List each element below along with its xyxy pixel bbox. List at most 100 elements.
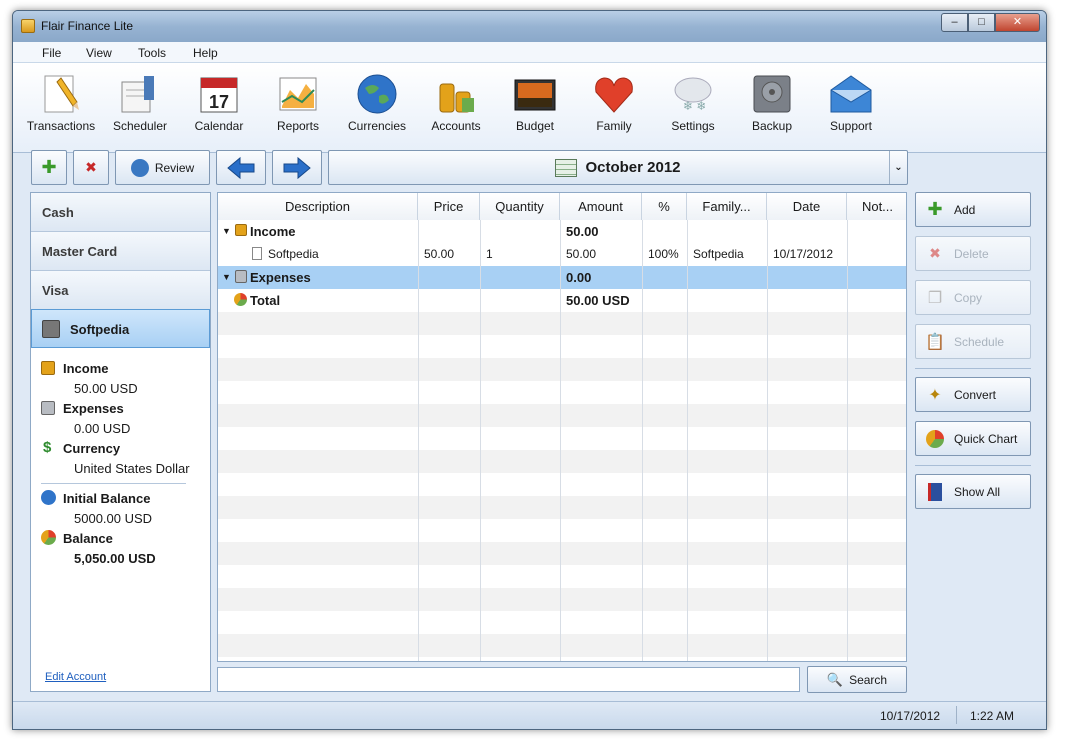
schedule-label: Schedule	[954, 334, 1005, 349]
svg-text:❄ ❄: ❄ ❄	[683, 99, 706, 113]
toolbar-accounts-label: Accounts	[431, 119, 481, 133]
status-bar: 10/17/2012 1:22 AM	[13, 701, 1046, 729]
add-button[interactable]: ✚ Add	[915, 192, 1031, 227]
search-input[interactable]	[217, 667, 800, 692]
empty-row	[218, 542, 906, 565]
menu-view[interactable]: View	[86, 46, 112, 60]
delete-button[interactable]: ✖ Delete	[915, 236, 1031, 271]
minimize-button[interactable]: –	[941, 13, 968, 32]
col-price[interactable]: Price	[418, 193, 480, 220]
account-visa[interactable]: Visa	[31, 271, 210, 310]
account-softpedia[interactable]: Softpedia	[31, 309, 210, 348]
col-percent[interactable]: %	[642, 193, 687, 220]
toolbar-support[interactable]: Support	[812, 67, 890, 133]
show-all-label: Show All	[954, 484, 1001, 499]
table-row-expenses[interactable]: ▼ Expenses 0.00	[218, 266, 906, 289]
row-percent: 100%	[648, 247, 679, 261]
toolbar-budget[interactable]: Budget	[496, 67, 574, 133]
plus-icon: ✚	[41, 157, 57, 177]
prev-month-button[interactable]	[216, 150, 266, 185]
review-button[interactable]: Review	[115, 150, 210, 185]
toolbar-family-label: Family	[596, 119, 632, 133]
maximize-button[interactable]: □	[968, 13, 995, 32]
document-icon	[252, 247, 262, 260]
toolbar-settings[interactable]: ❄ ❄ Settings	[654, 67, 732, 133]
pie-chart-icon	[924, 428, 946, 450]
quick-chart-button[interactable]: Quick Chart	[915, 421, 1031, 456]
delete-icon: ✖	[929, 245, 941, 261]
income-label: Income	[63, 361, 109, 376]
globe-icon	[354, 71, 400, 117]
menu-tools[interactable]: Tools	[138, 46, 166, 60]
toolbar-reports[interactable]: Reports	[259, 67, 337, 133]
budget-icon	[512, 71, 558, 117]
dollar-icon: $	[43, 439, 52, 456]
schedule-button[interactable]: 📋 Schedule	[915, 324, 1031, 359]
initial-balance-value: 5000.00 USD	[74, 511, 153, 526]
settings-icon: ❄ ❄	[670, 71, 716, 117]
table-row-softpedia[interactable]: Softpedia 50.00 1 50.00 100% Softpedia 1…	[218, 243, 906, 266]
expand-icon[interactable]: ▼	[222, 272, 231, 282]
next-month-button[interactable]	[272, 150, 322, 185]
row-description: Total	[250, 293, 281, 308]
balance-value: 5,050.00 USD	[74, 551, 156, 566]
chevron-down-icon[interactable]: ⌄	[889, 151, 907, 184]
col-quantity[interactable]: Quantity	[480, 193, 560, 220]
toolbar-calendar[interactable]: 17 Calendar	[180, 67, 258, 133]
empty-row	[218, 588, 906, 611]
column-divider	[642, 220, 643, 661]
toolbar-currencies[interactable]: Currencies	[338, 67, 416, 133]
convert-button[interactable]: ✦ Convert	[915, 377, 1031, 412]
toolbar-transactions-label: Transactions	[26, 119, 96, 133]
toolbar-transactions[interactable]: Transactions	[22, 67, 100, 133]
col-description[interactable]: Description	[218, 193, 418, 220]
show-all-button[interactable]: Show All	[915, 474, 1031, 509]
toolbar-accounts[interactable]: Accounts	[417, 67, 495, 133]
status-time: 1:22 AM	[970, 709, 1015, 723]
add-label: Add	[954, 202, 976, 217]
period-selector[interactable]: October 2012 ⌄	[328, 150, 908, 185]
search-button[interactable]: 🔍 Search	[807, 666, 907, 693]
delete-label: Delete	[954, 246, 989, 261]
col-amount[interactable]: Amount	[560, 193, 642, 220]
close-button[interactable]: ✕	[995, 13, 1040, 32]
cylinder-row-icon	[235, 270, 247, 283]
delete-account-button[interactable]: ✖	[73, 150, 109, 185]
divider	[41, 483, 186, 484]
edit-account-link[interactable]: Edit Account	[45, 671, 106, 683]
col-date[interactable]: Date	[767, 193, 847, 220]
add-icon: ✚	[927, 199, 943, 219]
row-price: 50.00	[424, 247, 455, 261]
menu-bar: File View Tools Help	[13, 42, 1046, 63]
col-notes[interactable]: Not...	[847, 193, 906, 220]
account-master-card[interactable]: Master Card	[31, 232, 210, 271]
toolbar-backup[interactable]: Backup	[733, 67, 811, 133]
row-amount: 50.00	[566, 247, 597, 261]
menu-help[interactable]: Help	[193, 46, 218, 60]
col-family[interactable]: Family...	[687, 193, 767, 220]
toolbar-family[interactable]: Family	[575, 67, 653, 133]
heart-icon	[591, 71, 637, 117]
table-row-total[interactable]: Total 50.00 USD	[218, 289, 906, 312]
scheduler-icon	[117, 71, 163, 117]
expenses-label: Expenses	[63, 401, 124, 416]
menu-file[interactable]: File	[42, 46, 61, 60]
arrow-left-icon	[227, 156, 255, 179]
book-icon	[924, 481, 946, 503]
toolbar-scheduler[interactable]: Scheduler	[101, 67, 179, 133]
copy-icon: ❐	[927, 289, 943, 307]
row-date: 10/17/2012	[773, 247, 834, 261]
separator	[915, 465, 1031, 466]
app-icon	[21, 19, 35, 33]
table-row-income[interactable]: ▼ Income 50.00	[218, 220, 906, 243]
balance-pie-icon	[41, 530, 56, 545]
search-button-label: Search	[849, 672, 888, 687]
account-cash[interactable]: Cash	[31, 193, 210, 232]
initial-balance-label: Initial Balance	[63, 491, 151, 506]
search-icon: 🔍	[826, 671, 844, 687]
add-account-button[interactable]: ✚	[31, 150, 67, 185]
row-quantity: 1	[486, 247, 493, 261]
copy-button[interactable]: ❐ Copy	[915, 280, 1031, 315]
expand-icon[interactable]: ▼	[222, 226, 231, 236]
calendar-icon: 17	[196, 71, 242, 117]
